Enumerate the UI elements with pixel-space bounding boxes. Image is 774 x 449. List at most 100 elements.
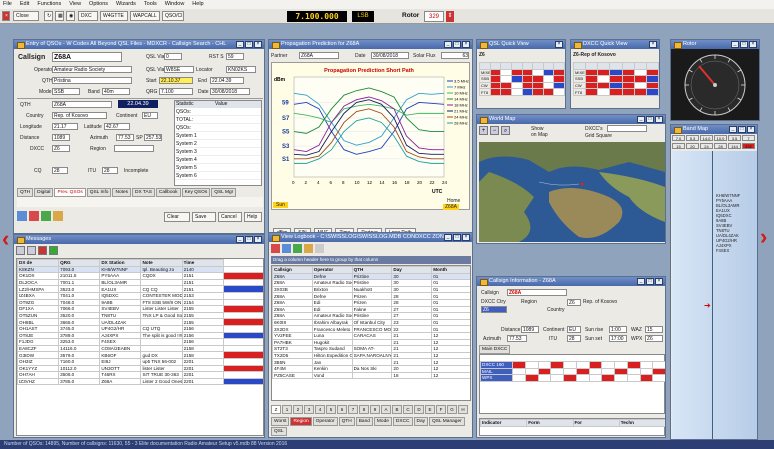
table-row[interactable]: TX2D5Hilton Expedition OuzSAPA NAROALNY2… [272, 351, 470, 360]
edit-qso-icon[interactable] [282, 244, 291, 253]
region-field[interactable] [114, 145, 154, 152]
table-row[interactable]: DF1XA 7066.0 SV4EBV Lister Lister Lister 215… [17, 305, 263, 313]
info-matrix-cell[interactable] [601, 374, 615, 382]
band-scale[interactable]: KH6/W7NNF PY5AAA BL/OL3AMR EA1UX IQ5DXC 9A8B S… [672, 151, 757, 439]
matrix-cell[interactable] [489, 88, 502, 96]
refresh-icon[interactable]: ↻ [44, 11, 53, 21]
rotor-value[interactable]: 329 [424, 11, 444, 22]
print-log-icon[interactable] [304, 244, 313, 253]
info-matrix-cell[interactable] [639, 367, 654, 376]
azimuth-field[interactable]: 77.53 [116, 134, 134, 141]
letter-tab[interactable]: H [458, 405, 468, 414]
cq-field[interactable]: 28 [52, 167, 68, 174]
letter-tab[interactable]: A [381, 405, 391, 414]
info-matrix-cell[interactable] [512, 367, 526, 376]
column-header[interactable]: Time [181, 259, 224, 267]
tab-prev-qsos[interactable]: Prev. QSOs [54, 188, 86, 197]
next-arrow-icon[interactable]: › [760, 226, 767, 248]
table-row[interactable]: DL2OCA 7001.1 BL/OL3AMR 2151 [17, 278, 263, 287]
column-header[interactable]: Month [431, 266, 470, 274]
close-icon[interactable]: × [2, 11, 10, 21]
previous-arrow-icon[interactable]: ‹ [2, 228, 9, 250]
info-matrix-cell[interactable] [588, 367, 603, 376]
table-row[interactable]: OH1AST 3745.0 UP4G2/HR CQ UTQ 2156 [17, 324, 263, 333]
zoom-in-icon[interactable]: + [479, 126, 488, 135]
table-row[interactable]: 4F4M Kenkin Da Nos Ski 20 12 [272, 364, 470, 373]
matrix-cell[interactable] [621, 81, 635, 90]
matrix-cell[interactable] [633, 88, 647, 96]
menu-wizards[interactable]: Wizards [116, 0, 136, 9]
table-row[interactable]: OH7AH 3506.0 T46RX SIT TRUE 30-363 2201 [17, 371, 263, 379]
column-header[interactable]: Note [140, 259, 183, 267]
table-row[interactable]: 3B5N Jan 21 12 [272, 358, 470, 366]
partner-field[interactable]: Z68A [299, 52, 339, 59]
matrix-cell[interactable] [542, 88, 555, 96]
tab-qsl-mgr[interactable]: QSL Mgr [211, 188, 237, 197]
band-button[interactable]: 20 [686, 142, 699, 149]
matrix-cell[interactable] [510, 88, 523, 96]
itu-field[interactable]: 28 [102, 167, 118, 174]
letter-tab[interactable]: G [447, 405, 457, 414]
matrix-cell[interactable] [609, 68, 623, 77]
table-row[interactable]: Z68A Edi Prizen 28 01 [272, 298, 470, 307]
menu-file[interactable]: File [3, 0, 12, 9]
menu-options[interactable]: Options [89, 0, 108, 9]
info-footer-header[interactable]: For [572, 419, 620, 427]
zoom-out-icon[interactable]: − [490, 126, 499, 135]
table-row[interactable]: ST2T3 Taspro Sudand SOMA AT- 21 12 [272, 345, 470, 353]
column-header[interactable]: QTH [351, 266, 393, 274]
matrix-cell[interactable] [500, 75, 512, 83]
locator-field[interactable]: KN02KS [226, 66, 256, 73]
info-matrix-cell[interactable] [601, 361, 615, 369]
matrix-cell[interactable] [532, 75, 544, 83]
info-matrix-cell[interactable] [588, 374, 603, 382]
band-button[interactable]: 15 [672, 142, 685, 149]
menu-functions[interactable]: Functions [37, 0, 61, 9]
info-matrix-cell[interactable] [626, 374, 641, 382]
info-matrix-cell[interactable] [512, 361, 526, 369]
matrix-cell[interactable] [500, 68, 512, 77]
letter-tab[interactable]: F [436, 405, 446, 414]
band-button[interactable]: 7 [742, 135, 755, 141]
qrg-field[interactable]: 7.100 [159, 88, 193, 95]
info-matrix-cell[interactable] [652, 361, 665, 369]
logbook-tab-qsl-manager[interactable]: QSL Manager [429, 417, 465, 426]
letter-tab[interactable]: 2 [293, 405, 303, 414]
column-header[interactable]: DX Station [99, 259, 142, 267]
matrix-cell[interactable] [532, 88, 544, 96]
logbook-tab-mode[interactable]: Mode [373, 417, 392, 426]
tab-callbook[interactable]: Callbook [155, 188, 181, 197]
info-matrix-cell[interactable] [575, 367, 590, 376]
table-row[interactable]: OT9ZG 7048.0 9A8B FT8 SSB 5W/8 ON 2154 [17, 298, 263, 307]
save-button[interactable]: Save [192, 212, 216, 222]
letter-tab[interactable]: 4 [315, 405, 325, 414]
band-button[interactable]: 144 [728, 142, 741, 149]
distance-field[interactable]: 1089 [52, 134, 70, 141]
tab-qsl-info[interactable]: QSL Info [86, 188, 112, 197]
table-row[interactable]: 3X2DXFrancesco MeletoFRANCESCO MOREIRO22… [272, 325, 470, 333]
band-button[interactable]: 3.5 [728, 135, 741, 141]
letter-tab[interactable]: B [392, 405, 402, 414]
operator-field[interactable]: Amateur Radio Society [52, 66, 132, 73]
table-row[interactable]: 3X03B Brixton Nuakhott 30 01 [272, 285, 470, 294]
info-matrix-cell[interactable] [524, 361, 539, 369]
matrix-cell[interactable] [597, 75, 611, 83]
add-qso-icon[interactable] [293, 244, 302, 253]
matrix-cell[interactable] [609, 88, 623, 96]
filter-icon[interactable] [27, 246, 36, 255]
column-header[interactable]: Operator [311, 266, 353, 274]
table-row[interactable]: K8KZN 7093.0 KH6/W7NNF tpl. Beauting zo 2140 [17, 265, 263, 274]
qth-field[interactable]: Pristina [52, 77, 132, 84]
logbook-tab-dxcc[interactable]: DXCC [392, 417, 413, 426]
letter-tab[interactable]: 3 [304, 405, 314, 414]
prop-date-field[interactable]: 30/08/2018 [371, 52, 409, 59]
info-dxcc-field[interactable]: Z6 [481, 306, 507, 313]
info-callsign-field[interactable]: Z68A [507, 289, 567, 296]
matrix-cell[interactable] [532, 81, 544, 90]
matrix-cell[interactable] [633, 68, 647, 77]
letter-tab[interactable]: C [403, 405, 413, 414]
info-matrix-cell[interactable] [626, 367, 641, 376]
matrix-cell[interactable] [542, 81, 555, 90]
matrix-cell[interactable] [553, 75, 565, 83]
table-row[interactable]: Z68AAmateur Radio SocietyPristine3001 [272, 279, 470, 287]
